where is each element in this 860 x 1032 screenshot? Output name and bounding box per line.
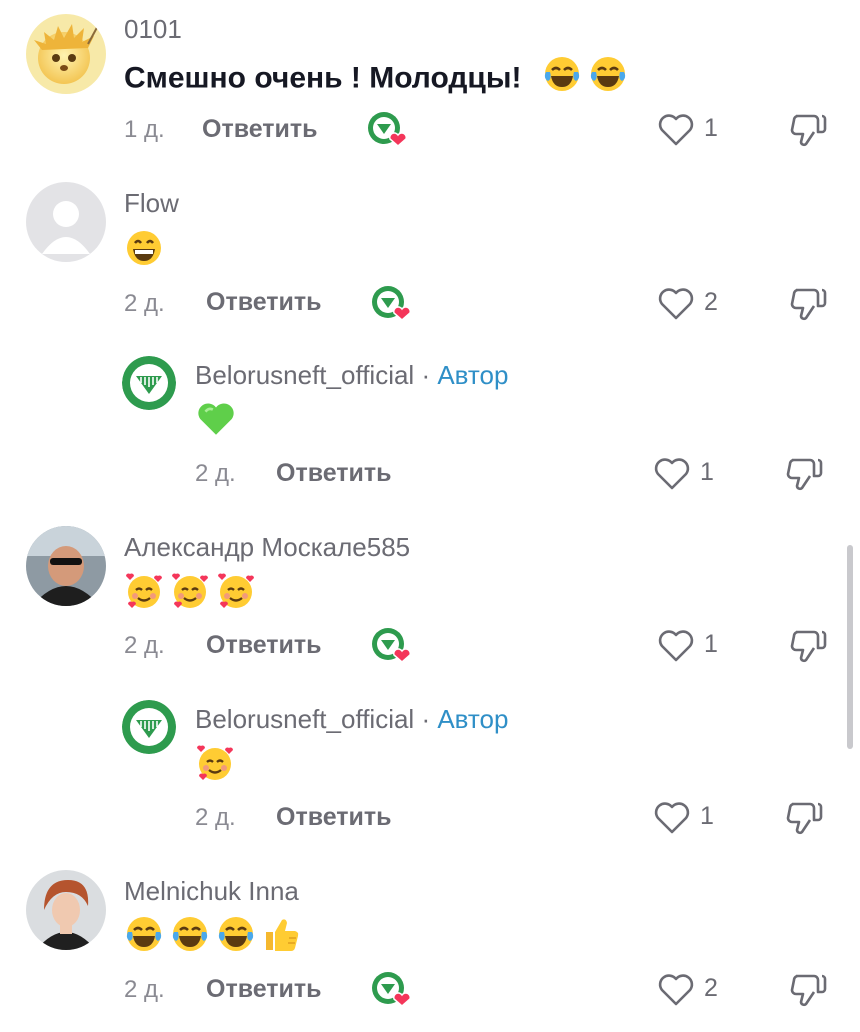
dislike-button[interactable] <box>784 454 828 498</box>
reply-username-line: Belorusneft_official · Автор <box>195 360 508 391</box>
comment-text <box>195 398 243 451</box>
avatar[interactable] <box>26 526 106 606</box>
like-button[interactable]: 1 <box>656 624 746 668</box>
comment-username[interactable]: 0101 <box>124 14 182 45</box>
dislike-button[interactable] <box>788 970 832 1014</box>
like-button[interactable]: 1 <box>652 796 742 840</box>
comment-item: 0101 Смешно очень ! Молодцы! 1 д. Ответи… <box>0 0 860 172</box>
smiling-hearts-emoji-icon <box>170 570 210 621</box>
separator-dot: · <box>414 360 438 390</box>
heart-outline-icon <box>658 288 694 320</box>
comment-username[interactable]: Belorusneft_official <box>195 704 414 734</box>
avatar[interactable] <box>26 182 106 262</box>
reply-button[interactable]: Ответить <box>202 115 318 144</box>
comment-time: 2 д. <box>124 632 165 659</box>
thumbs-down-icon <box>790 114 827 147</box>
author-tag: Автор <box>437 360 509 390</box>
comment-text-content: Смешно очень ! Молодцы! <box>124 61 522 95</box>
like-count: 2 <box>704 288 718 316</box>
like-button[interactable]: 2 <box>656 282 746 326</box>
author-liked-badge-icon <box>370 624 414 668</box>
like-count: 1 <box>704 630 718 658</box>
belorusneft-logo-avatar[interactable] <box>122 700 176 754</box>
reply-button[interactable]: Ответить <box>206 631 322 660</box>
like-count: 1 <box>700 458 714 486</box>
like-button[interactable]: 1 <box>652 452 742 496</box>
like-count: 1 <box>704 114 718 142</box>
comment-username[interactable]: Belorusneft_official <box>195 360 414 390</box>
comment-item: Melnichuk Inna 2 д. Ответить 2 <box>0 860 860 1032</box>
thumbs-down-icon <box>790 630 827 663</box>
reply-username-line: Belorusneft_official · Автор <box>195 704 508 735</box>
reply-button[interactable]: Ответить <box>206 975 322 1004</box>
avatar[interactable] <box>26 14 106 94</box>
comment-text <box>195 742 241 793</box>
laugh-cry-emoji-icon <box>588 54 628 105</box>
dislike-button[interactable] <box>784 798 828 842</box>
comment-time: 1 д. <box>124 116 165 143</box>
smiling-hearts-emoji-icon <box>216 570 256 621</box>
comment-time: 2 д. <box>124 976 165 1003</box>
reply-button[interactable]: Ответить <box>276 803 392 832</box>
comment-time: 2 д. <box>195 804 236 831</box>
comment-text <box>124 914 308 965</box>
thumbs-down-icon <box>786 458 823 491</box>
heart-outline-icon <box>654 802 690 834</box>
grin-emoji-icon <box>124 228 164 279</box>
like-count: 2 <box>704 974 718 1002</box>
comment-username[interactable]: Melnichuk Inna <box>124 876 299 907</box>
smiling-hearts-emoji-icon <box>195 742 235 793</box>
heart-outline-icon <box>654 458 690 490</box>
thumbs-down-icon <box>790 974 827 1007</box>
belorusneft-logo-avatar[interactable] <box>122 356 176 410</box>
dislike-button[interactable] <box>788 284 832 328</box>
comment-item: Александр Москале585 2 д. Ответить 1 <box>0 516 860 688</box>
separator-dot: · <box>414 704 438 734</box>
dislike-button[interactable] <box>788 626 832 670</box>
comment-time: 2 д. <box>195 460 236 487</box>
comment-text <box>124 570 262 621</box>
comment-time: 2 д. <box>124 290 165 317</box>
comment-username[interactable]: Александр Москале585 <box>124 532 410 563</box>
scrollbar[interactable] <box>847 545 853 749</box>
heart-outline-icon <box>658 630 694 662</box>
green-heart-emoji-icon <box>195 398 237 451</box>
author-liked-badge-icon <box>366 108 410 152</box>
avatar[interactable] <box>26 870 106 950</box>
reply-button[interactable]: Ответить <box>276 459 392 488</box>
laugh-cry-emoji-icon <box>216 914 256 965</box>
thumbs-down-icon <box>790 288 827 321</box>
author-liked-badge-icon <box>370 282 414 326</box>
author-tag: Автор <box>437 704 509 734</box>
heart-outline-icon <box>658 114 694 146</box>
comment-text <box>124 228 170 279</box>
author-liked-badge-icon <box>370 968 414 1012</box>
comment-username[interactable]: Flow <box>124 188 179 219</box>
reply-item: Belorusneft_official · Автор 2 д. Ответи… <box>0 344 860 516</box>
laugh-cry-emoji-icon <box>170 914 210 965</box>
like-button[interactable]: 2 <box>656 968 746 1012</box>
like-count: 1 <box>700 802 714 830</box>
reply-button[interactable]: Ответить <box>206 288 322 317</box>
thumbs-down-icon <box>786 802 823 835</box>
laugh-cry-emoji-icon <box>124 914 164 965</box>
comment-item: Flow 2 д. Ответить 2 <box>0 172 860 344</box>
smiling-hearts-emoji-icon <box>124 570 164 621</box>
dislike-button[interactable] <box>788 110 832 154</box>
laugh-cry-emoji-icon <box>542 54 582 105</box>
comment-text: Смешно очень ! Молодцы! <box>124 54 634 105</box>
like-button[interactable]: 1 <box>656 108 746 152</box>
reply-item: Belorusneft_official · Автор 2 д. Ответи… <box>0 688 860 860</box>
thumbs-up-emoji-icon <box>262 914 302 965</box>
heart-outline-icon <box>658 974 694 1006</box>
